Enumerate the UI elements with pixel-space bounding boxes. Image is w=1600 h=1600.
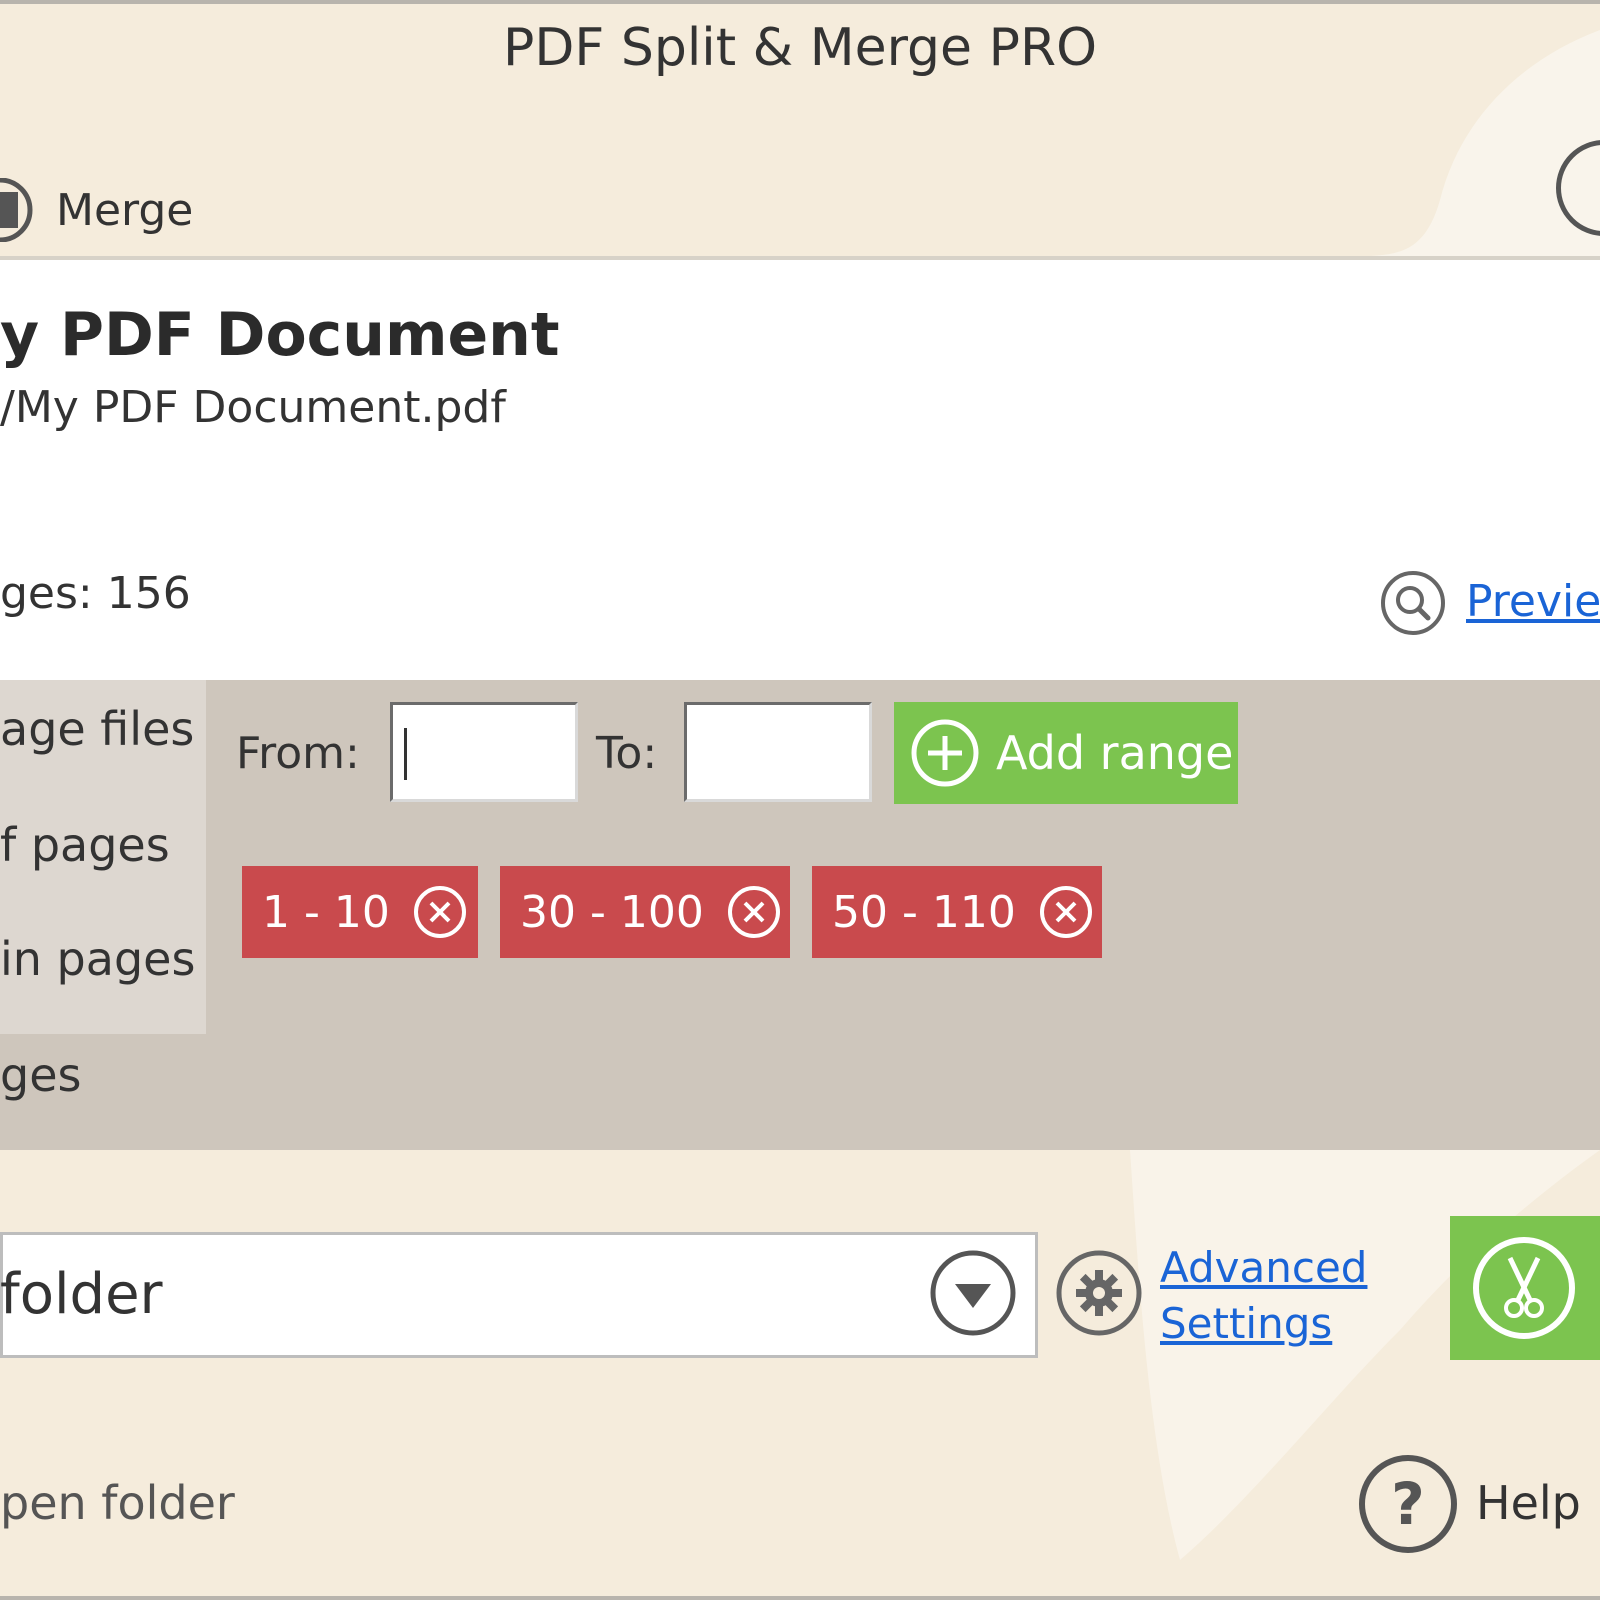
range-tag-label: 30 - 100 <box>520 886 704 938</box>
add-range-button[interactable]: Add range <box>894 702 1238 804</box>
close-circle-icon[interactable] <box>412 884 468 940</box>
preview-link[interactable]: Previe <box>1466 576 1600 627</box>
merge-tab[interactable]: Merge <box>0 175 193 245</box>
advanced-settings-link[interactable]: Advanced Settings <box>1160 1240 1367 1352</box>
text-caret <box>404 728 407 780</box>
svg-text:?: ? <box>1391 1470 1425 1538</box>
window-bottom-border <box>0 1596 1600 1600</box>
open-folder-checkbox-label[interactable]: pen folder <box>0 1476 235 1530</box>
mode-ranges-of-pages[interactable]: ges <box>0 1048 81 1102</box>
close-circle-icon[interactable] <box>726 884 782 940</box>
range-tag-label: 50 - 110 <box>832 886 1016 938</box>
question-icon[interactable]: ? <box>1356 1452 1460 1556</box>
chevron-down-icon[interactable] <box>928 1248 1018 1338</box>
mode-single-page-files[interactable]: age files <box>0 702 194 756</box>
gear-icon[interactable] <box>1054 1248 1144 1338</box>
range-tag: 1 - 10 <box>242 866 478 958</box>
output-folder-value: folder <box>0 1262 163 1327</box>
app-window: PDF Split & Merge PRO Merge y PDF Docume… <box>0 0 1600 1600</box>
magnifier-icon[interactable] <box>1380 570 1446 636</box>
document-path: /My PDF Document.pdf <box>0 382 506 433</box>
range-tag: 30 - 100 <box>500 866 790 958</box>
mode-groups-of-pages[interactable]: f pages <box>0 818 170 872</box>
to-input[interactable] <box>684 702 872 802</box>
window-top-border <box>0 0 1600 4</box>
range-tag: 50 - 110 <box>812 866 1102 958</box>
advanced-settings-line1: Advanced <box>1160 1243 1368 1292</box>
window-title: PDF Split & Merge PRO <box>502 18 1097 78</box>
advanced-settings-line2: Settings <box>1160 1299 1333 1348</box>
to-label: To: <box>596 728 658 779</box>
merge-icon <box>0 178 40 242</box>
help-label[interactable]: Help <box>1476 1476 1581 1530</box>
scissors-icon <box>1473 1237 1575 1339</box>
range-tag-label: 1 - 10 <box>262 886 390 938</box>
mode-certain-pages[interactable]: in pages <box>0 932 195 986</box>
from-label: From: <box>236 728 360 779</box>
merge-tab-label: Merge <box>56 184 194 236</box>
page-count: ges: 156 <box>0 568 191 619</box>
from-input[interactable] <box>390 702 578 802</box>
close-circle-icon[interactable] <box>1038 884 1094 940</box>
split-button[interactable] <box>1450 1216 1600 1360</box>
document-title: y PDF Document <box>0 300 560 370</box>
plus-circle-icon <box>911 719 979 787</box>
add-range-label: Add range <box>996 726 1234 780</box>
